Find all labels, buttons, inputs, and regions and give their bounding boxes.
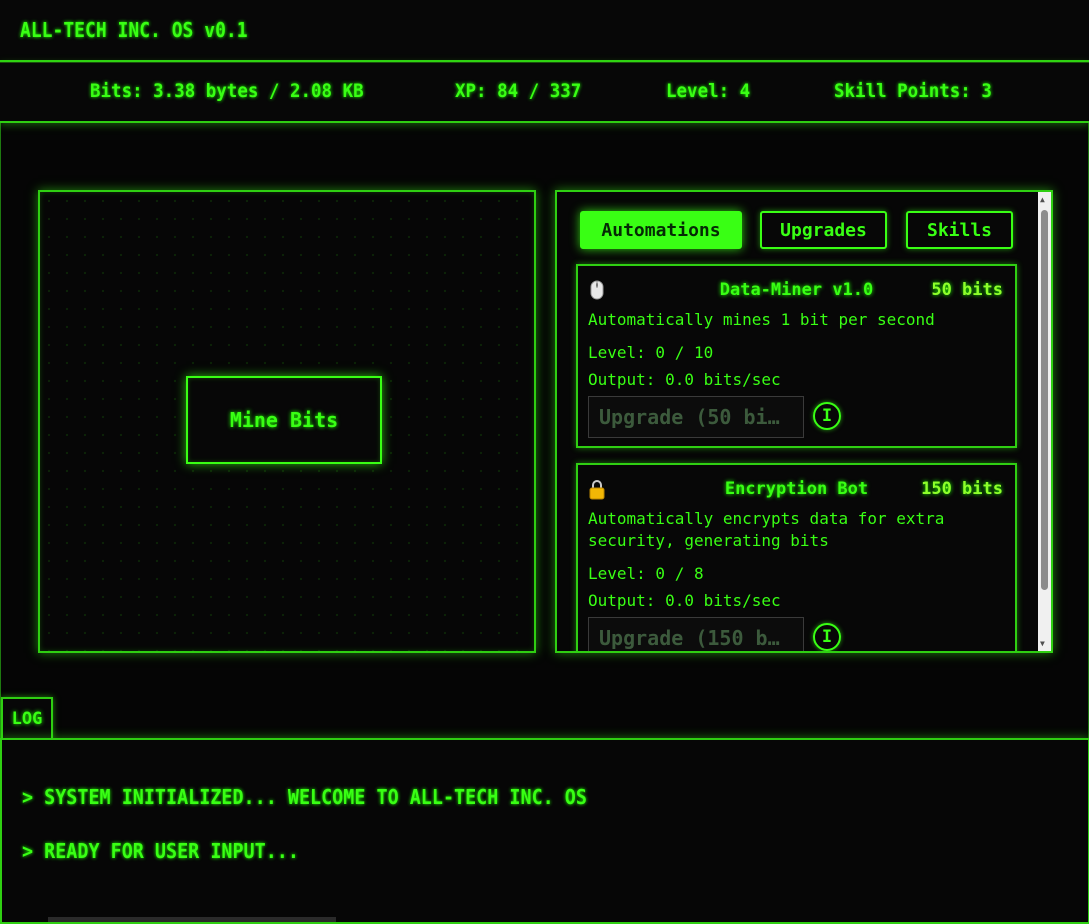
automation-level: Level: 0 / 8 — [588, 564, 704, 583]
shop-panel: Automations Upgrades Skills Data-Miner v… — [555, 190, 1053, 653]
automation-cost: 150 bits — [921, 479, 1003, 499]
level-counter: Level: 4 — [666, 80, 751, 102]
bits-counter: Bits: 3.38 bytes / 2.08 KB — [90, 80, 364, 102]
info-button[interactable]: I — [813, 402, 841, 430]
automation-description: Automatically encrypts data for extra se… — [588, 509, 945, 550]
log-tab[interactable]: LOG — [1, 697, 53, 739]
scroll-down-icon[interactable]: ▼ — [1040, 639, 1045, 648]
log-line: > SYSTEM INITIALIZED... WELCOME TO ALL-T… — [22, 785, 587, 809]
app-title: ALL-TECH INC. OS v0.1 — [20, 18, 248, 42]
upgrade-button[interactable]: Upgrade (150 b… — [588, 617, 804, 651]
automation-level: Level: 0 / 10 — [588, 343, 714, 362]
upgrade-button[interactable]: Upgrade (50 bi… — [588, 396, 804, 438]
log-line: > READY FOR USER INPUT... — [22, 839, 299, 863]
tab-automations[interactable]: Automations — [580, 211, 742, 249]
skill-points-counter: Skill Points: 3 — [834, 80, 992, 102]
info-button[interactable]: I — [813, 623, 841, 651]
shop-scrollbar[interactable]: ▲ ▼ — [1038, 192, 1051, 651]
automation-card-encryption-bot: Encryption Bot 150 bits Automatically en… — [576, 463, 1017, 651]
automation-description: Automatically mines 1 bit per second — [588, 310, 935, 329]
tab-upgrades[interactable]: Upgrades — [760, 211, 887, 249]
scrollbar-thumb[interactable] — [1041, 210, 1048, 590]
title-bar: ALL-TECH INC. OS v0.1 — [0, 0, 1089, 62]
automation-card-data-miner: Data-Miner v1.0 50 bits Automatically mi… — [576, 264, 1017, 448]
bottom-scrollbar[interactable] — [48, 917, 336, 922]
automation-output: Output: 0.0 bits/sec — [588, 591, 781, 610]
mine-panel: Mine Bits — [38, 190, 536, 653]
tab-skills[interactable]: Skills — [906, 211, 1013, 249]
log-console: > SYSTEM INITIALIZED... WELCOME TO ALL-T… — [0, 738, 1089, 924]
xp-counter: XP: 84 / 337 — [455, 80, 582, 102]
stats-bar: Bits: 3.38 bytes / 2.08 KB XP: 84 / 337 … — [0, 62, 1089, 123]
automation-output: Output: 0.0 bits/sec — [588, 370, 781, 389]
mine-bits-button[interactable]: Mine Bits — [186, 376, 382, 464]
automation-cost: 50 bits — [931, 280, 1003, 300]
scroll-up-icon[interactable]: ▲ — [1040, 195, 1045, 204]
